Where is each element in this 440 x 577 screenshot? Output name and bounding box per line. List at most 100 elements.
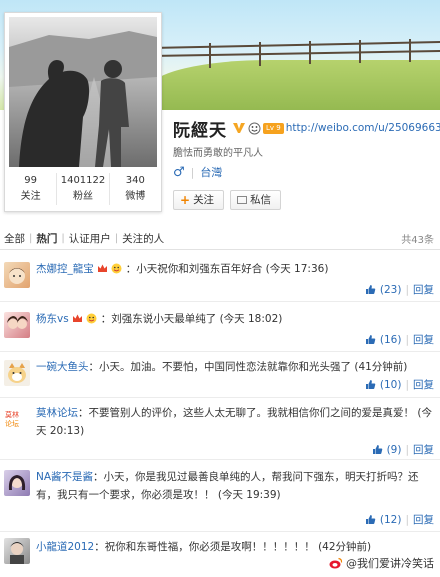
comment-username[interactable]: 莫林论坛 <box>36 407 78 419</box>
comment-username[interactable]: 杰娜控_龍宝 <box>36 263 94 275</box>
avatar-photo <box>8 475 26 490</box>
message-button[interactable]: 私信 <box>230 190 282 210</box>
verified-v-icon[interactable] <box>232 121 246 135</box>
divider: | <box>190 165 195 179</box>
stat-following-label: 关注 <box>20 191 41 202</box>
commenter-avatar[interactable] <box>4 312 30 338</box>
crown-icon <box>98 264 108 272</box>
comment-item: NA酱不是酱：小天，你是我见过最善良单纯的人，帮我问下强东，明天打折吗？还有，我… <box>0 460 440 532</box>
comment-text: ：不要管别人的评价，这些人太无聊了。我就相信你们之间的爱是真爱！ <box>78 407 414 419</box>
thumbs-up-icon[interactable] <box>365 379 376 390</box>
commenter-avatar[interactable] <box>4 470 30 496</box>
divider: | <box>405 378 409 391</box>
reply-link[interactable]: 回复 <box>413 512 434 527</box>
stat-following-count: 99 <box>24 175 38 186</box>
comment-text: ：小天祝你和刘强东百年好合 <box>125 263 263 275</box>
smile-icon <box>248 122 261 134</box>
like-count[interactable]: (9) <box>387 444 402 456</box>
avatar-photo <box>8 363 26 383</box>
profile-intro: 膽怯而勇敢的平凡人 <box>173 148 263 159</box>
divider: | <box>405 443 409 456</box>
comment-body: 小龍道2012：祝你和东哥性福，你必须是攻啊！！！！！！ (42分钟前) <box>36 538 434 556</box>
comment-actions: (9) | 回复 <box>372 442 434 457</box>
banner-fence <box>150 39 440 70</box>
commenter-avatar[interactable] <box>4 360 30 386</box>
comment-text: ：祝你和东哥性福，你必须是攻啊！！！！！！ <box>94 541 315 553</box>
mail-icon <box>237 196 248 204</box>
reply-link[interactable]: 回复 <box>413 282 434 297</box>
divider: | <box>405 283 409 296</box>
comment-actions: (16) | 回复 <box>365 332 434 347</box>
comment-username[interactable]: 小龍道2012 <box>36 541 94 553</box>
stat-fans[interactable]: 1401122 粉丝 <box>57 173 110 205</box>
reply-link[interactable]: 回复 <box>413 442 434 457</box>
male-gender-icon: ♂ <box>173 164 185 180</box>
like-count[interactable]: (16) <box>380 334 402 346</box>
stat-posts[interactable]: 340 微博 <box>110 173 161 205</box>
comment-body: 杨东vs ：刘强东说小天最单纯了 (今天 18:02) <box>36 310 434 328</box>
reply-link[interactable]: 回复 <box>413 377 434 392</box>
avatar-photo: 莫林 论坛 <box>5 410 19 428</box>
commenter-avatar[interactable] <box>4 262 30 288</box>
profile-actions: + 关注 私信 <box>173 190 282 210</box>
comment-item: 莫林 论坛 莫林论坛：不要管别人的评价，这些人太无聊了。我就相信你们之间的爱是真… <box>0 398 440 460</box>
avatar[interactable] <box>9 17 157 167</box>
tab-hot[interactable]: 热门 <box>32 231 61 246</box>
crown-icon <box>73 314 83 322</box>
comment-body: 莫林论坛：不要管别人的评价，这些人太无聊了。我就相信你们之间的爱是真爱！ (今天… <box>36 404 434 440</box>
follow-button[interactable]: + 关注 <box>173 190 225 210</box>
profile-card: 99 关注 1401122 粉丝 340 微博 <box>4 12 162 212</box>
weibo-logo-icon <box>329 557 343 569</box>
emoji-face-icon <box>111 263 122 274</box>
comment-username[interactable]: 一碗大鱼头 <box>36 361 89 373</box>
comment-username[interactable]: 杨东vs <box>36 313 69 325</box>
comment-body: NA酱不是酱：小天，你是我见过最善良单纯的人，帮我问下强东，明天打折吗？还有，我… <box>36 468 434 504</box>
comment-time: (42分钟前) <box>318 541 372 553</box>
plus-icon: + <box>180 193 191 207</box>
comment-actions: (10) | 回复 <box>365 377 434 392</box>
thumbs-up-icon[interactable] <box>365 284 376 295</box>
comment-username[interactable]: NA酱不是酱 <box>36 471 93 483</box>
comment-item: 杰娜控_龍宝 ：小天祝你和刘强东百年好合 (今天 17:36) (23) | 回… <box>0 252 440 302</box>
commenter-avatar[interactable]: 莫林 论坛 <box>4 406 30 432</box>
divider: | <box>405 513 409 526</box>
comment-filter-tabs: 全部 | 热门 | 认证用户 | 关注的人 共43条 <box>0 228 440 250</box>
comment-time: (今天 17:36) <box>265 263 329 275</box>
comment-item: 杨东vs ：刘强东说小天最单纯了 (今天 18:02) (16) | 回复 <box>0 302 440 352</box>
thumbs-up-icon[interactable] <box>365 334 376 345</box>
comment-total: 共43条 <box>401 235 434 246</box>
tab-following[interactable]: 关注的人 <box>118 231 168 246</box>
profile-stats: 99 关注 1401122 粉丝 340 微博 <box>5 173 161 205</box>
svg-text:莫林: 莫林 <box>5 410 19 419</box>
tab-all[interactable]: 全部 <box>0 231 29 246</box>
watermark: @我们爱讲冷笑话 <box>329 555 434 571</box>
comment-actions: (12) | 回复 <box>365 512 434 527</box>
comment-text: ：刘强东说小天最单纯了 <box>100 313 217 325</box>
watermark-text: @我们爱讲冷笑话 <box>346 557 434 570</box>
comment-time: (41分钟前) <box>354 361 408 373</box>
stat-following[interactable]: 99 关注 <box>5 173 58 205</box>
commenter-avatar[interactable] <box>4 538 30 564</box>
thumbs-up-icon[interactable] <box>372 444 383 455</box>
message-button-label: 私信 <box>250 194 272 206</box>
thumbs-up-icon[interactable] <box>365 514 376 525</box>
comment-body: 一碗大鱼头：小天。加油。不要怕，中国同性恋法就靠你和光头强了 (41分钟前) <box>36 358 434 376</box>
like-count[interactable]: (12) <box>380 514 402 526</box>
avatar-photo <box>10 542 24 564</box>
comment-time: (今天 18:02) <box>219 313 283 325</box>
avatar-photo <box>7 316 28 329</box>
level-badge[interactable]: Lv 9 <box>263 122 284 134</box>
tab-verified[interactable]: 认证用户 <box>65 231 115 246</box>
emoji-face-icon <box>86 313 97 324</box>
comment-text: ：小天。加油。不要怕，中国同性恋法就靠你和光头强了 <box>88 361 352 373</box>
stat-posts-label: 微博 <box>125 191 146 202</box>
location-link[interactable]: 台灣 <box>200 164 222 180</box>
follow-button-label: 关注 <box>193 194 215 206</box>
comment-item: 一碗大鱼头：小天。加油。不要怕，中国同性恋法就靠你和光头强了 (41分钟前) (… <box>0 352 440 398</box>
avatar-photo <box>9 268 25 284</box>
like-count[interactable]: (23) <box>380 284 402 296</box>
home-url-link[interactable]: http://weibo.com/u/2506966302 <box>286 122 440 134</box>
like-count[interactable]: (10) <box>380 379 402 391</box>
reply-link[interactable]: 回复 <box>413 332 434 347</box>
profile-meta: ♂ | 台灣 <box>173 164 222 180</box>
